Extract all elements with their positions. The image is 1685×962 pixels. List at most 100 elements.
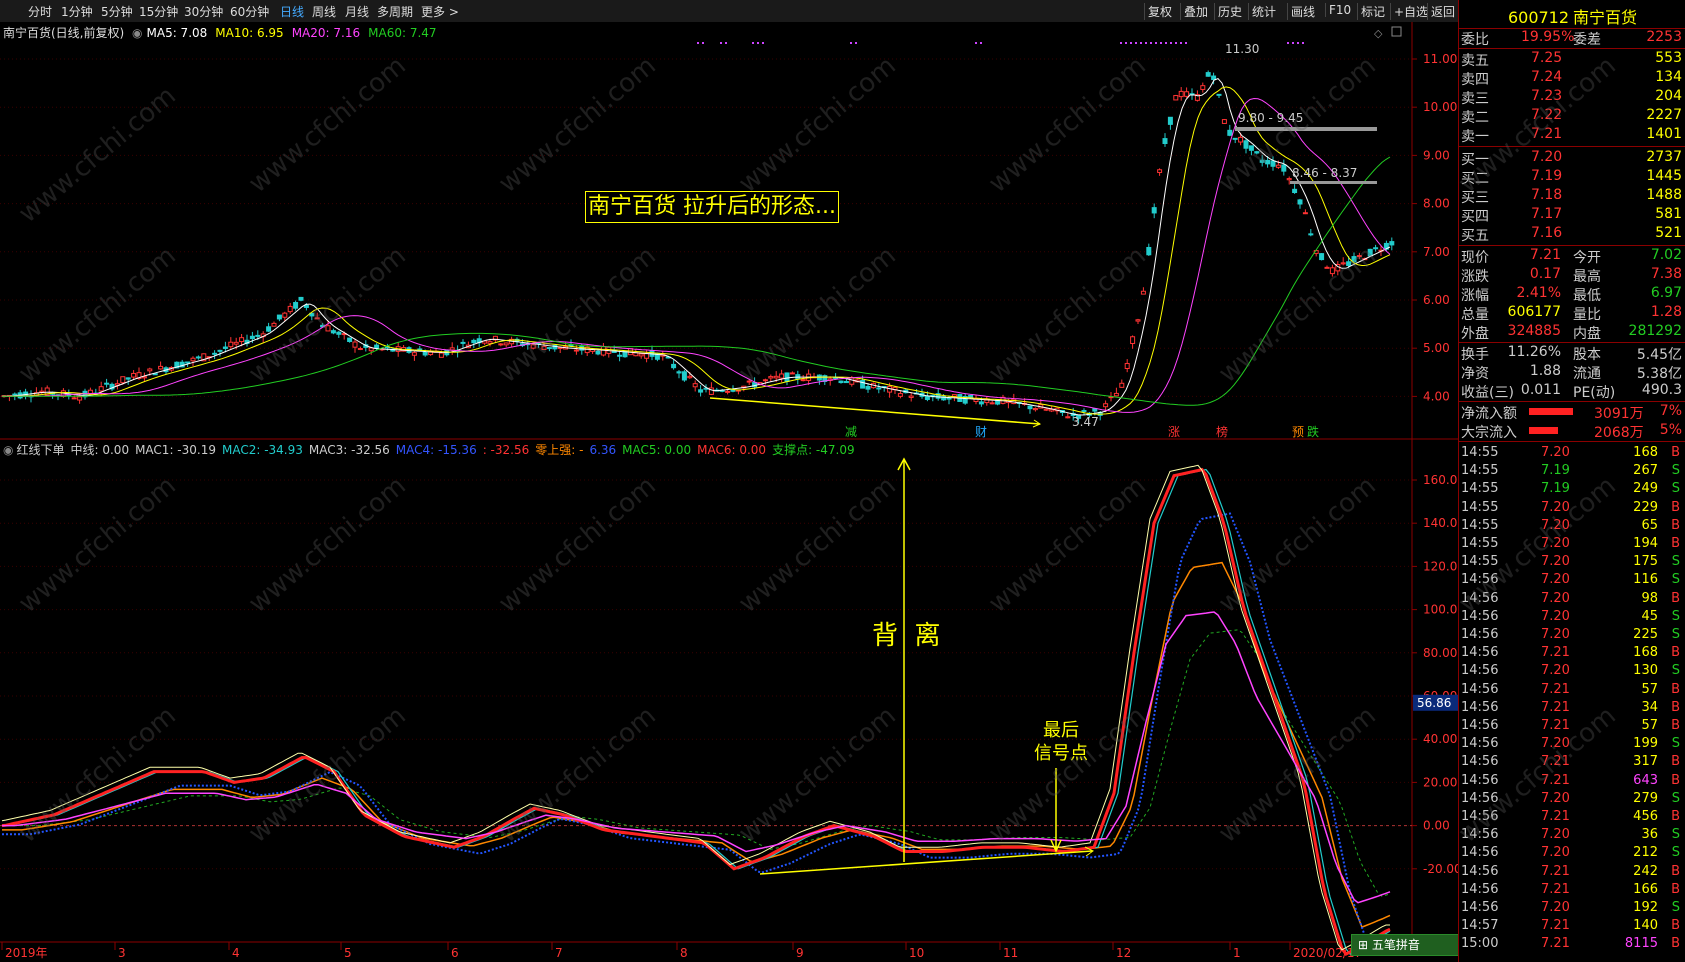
tool-button-5[interactable]: F10: [1325, 3, 1351, 17]
candle-body: [287, 305, 293, 313]
indicator-value-6: : -32.56: [482, 443, 530, 457]
period-tab-5[interactable]: 60分钟: [230, 3, 269, 20]
candle-body: [676, 371, 682, 374]
tick-side: B: [1671, 772, 1680, 788]
period-tab-1[interactable]: 1分钟: [61, 3, 93, 20]
candle-body: [876, 387, 882, 390]
tick-row: 14:56 7.20 36 S: [1459, 827, 1685, 845]
period-tab-4[interactable]: 30分钟: [184, 3, 223, 20]
tick-time: 14:55: [1461, 463, 1499, 479]
candle-body: [546, 347, 552, 350]
tick-price: 7.20: [1541, 736, 1570, 752]
candle-body: [1319, 253, 1325, 261]
tick-row: 14:57 7.21 140 B: [1459, 918, 1685, 936]
period-tab-6[interactable]: 日线: [280, 3, 304, 20]
tick-time: 14:56: [1461, 863, 1499, 879]
indicator-header: ◉ 红线下单 中线: 0.00 MAC1: -30.19 MAC2: -34.93 MAC…: [3, 441, 861, 458]
date-label: 8: [680, 946, 688, 960]
ma-toggle-icon[interactable]: ◉: [132, 26, 142, 40]
info-row: 换手 11.26% 股本 5.45亿: [1459, 344, 1685, 363]
candle-body: [1243, 140, 1249, 149]
stat-row: 总量 606177 量比 1.28: [1459, 304, 1685, 323]
tick-time: 14:56: [1461, 736, 1499, 752]
tool-button-7[interactable]: +自选: [1390, 3, 1428, 20]
tick-price: 7.21: [1541, 936, 1570, 952]
period-tab-3[interactable]: 15分钟: [139, 3, 178, 20]
chart-canvas[interactable]: 11.0010.009.008.007.006.005.004.00160.00…: [0, 22, 1458, 962]
divider: [1459, 245, 1685, 246]
tick-time: 14:55: [1461, 499, 1499, 515]
bids-row[interactable]: 买三 7.18 1488: [1459, 187, 1685, 206]
tick-row: 14:56 7.21 317 B: [1459, 754, 1685, 772]
sub-tick-label: 20.00: [1423, 775, 1457, 789]
candle-body: [422, 351, 428, 356]
tick-row: 14:56 7.21 166 B: [1459, 882, 1685, 900]
signal-dot: [1150, 42, 1152, 44]
tick-time: 14:56: [1461, 754, 1499, 770]
period-tab-2[interactable]: 5分钟: [101, 3, 133, 20]
webi-label: 委比: [1461, 32, 1489, 48]
tick-price: 7.20: [1541, 590, 1570, 606]
indicator-value-3: MAC2: -34.93: [221, 443, 303, 457]
ime-indicator[interactable]: ⊞ 五笔拼音: [1351, 934, 1459, 956]
candle-body: [946, 397, 952, 400]
candle-body: [125, 377, 131, 380]
asks-row[interactable]: 卖五 7.25 553: [1459, 50, 1685, 69]
stock-name: 南宁百货: [1573, 8, 1638, 27]
bids-row[interactable]: 买五 7.16 521: [1459, 225, 1685, 244]
indicator-value-1: 中线: 0.00: [70, 443, 130, 457]
info-row: 收益(三) 0.011 PE(动) 490.3: [1459, 382, 1685, 401]
candle-body: [789, 372, 795, 375]
date-label: 3: [118, 946, 126, 960]
asks-volume: 134: [1655, 69, 1682, 85]
candle-body: [1103, 403, 1109, 408]
tick-side: B: [1671, 445, 1680, 460]
candle-body: [617, 354, 623, 357]
bids-row[interactable]: 买一 7.20 2737: [1459, 149, 1685, 168]
tool-button-4[interactable]: 画线: [1287, 3, 1315, 20]
tick-time: 14:56: [1461, 900, 1499, 915]
event-marker: 榜: [1216, 424, 1228, 439]
date-label: 2019年: [5, 946, 48, 960]
asks-row[interactable]: 卖四 7.24 134: [1459, 69, 1685, 88]
bids-row[interactable]: 买四 7.17 581: [1459, 206, 1685, 225]
signal-dot: [752, 42, 754, 44]
tick-row: 14:56 7.20 45 S: [1459, 609, 1685, 627]
bids-row[interactable]: 买二 7.19 1445: [1459, 168, 1685, 187]
asks-row[interactable]: 卖一 7.21 1401: [1459, 126, 1685, 145]
tool-button-8[interactable]: 返回: [1427, 3, 1455, 20]
tick-time: 14:56: [1461, 827, 1499, 843]
indicator-icon[interactable]: ◉: [3, 443, 13, 457]
candle-body: [276, 314, 282, 320]
tool-button-2[interactable]: 历史: [1214, 3, 1242, 20]
level-bar-1: [1235, 127, 1377, 131]
tick-side: S: [1671, 627, 1680, 642]
period-toolbar: 分时 1分钟 5分钟 15分钟 30分钟 60分钟 日线 周线 月线 多周期 更多 > 复权 叠加 历史…: [0, 0, 1466, 23]
indicator-value-8: 6.36: [589, 443, 617, 457]
asks-row[interactable]: 卖二 7.22 2227: [1459, 107, 1685, 126]
candle-body: [1265, 159, 1271, 165]
tool-button-6[interactable]: 标记: [1357, 3, 1385, 20]
period-tab-10[interactable]: 更多 >: [421, 3, 459, 20]
period-tab-8[interactable]: 月线: [345, 3, 369, 20]
asks-row[interactable]: 卖三 7.23 204: [1459, 88, 1685, 107]
tick-row: 14:56 7.21 643 B: [1459, 773, 1685, 791]
tool-button-3[interactable]: 统计: [1248, 3, 1276, 20]
tick-time: 14:55: [1461, 517, 1499, 533]
quote-panel: 600712 南宁百货 委比 19.95% 委差 2253 卖五 7.25 553 卖四 7.24 1…: [1458, 0, 1685, 962]
tool-button-0[interactable]: 复权: [1144, 3, 1172, 20]
candle-body: [374, 344, 380, 349]
candle-body: [838, 380, 844, 384]
event-marker: 减: [845, 425, 857, 439]
candle-body: [298, 296, 304, 301]
candle-body: [768, 376, 774, 379]
tick-side: S: [1671, 790, 1680, 806]
period-tab-0[interactable]: 分时: [28, 3, 52, 20]
period-tab-7[interactable]: 周线: [312, 3, 336, 20]
candle-body: [1346, 261, 1352, 266]
tick-side: B: [1671, 809, 1680, 824]
tool-button-1[interactable]: 叠加: [1180, 3, 1208, 20]
period-tab-9[interactable]: 多周期: [377, 3, 413, 20]
tick-volume: 317: [1633, 754, 1658, 770]
tick-side: S: [1671, 572, 1680, 588]
